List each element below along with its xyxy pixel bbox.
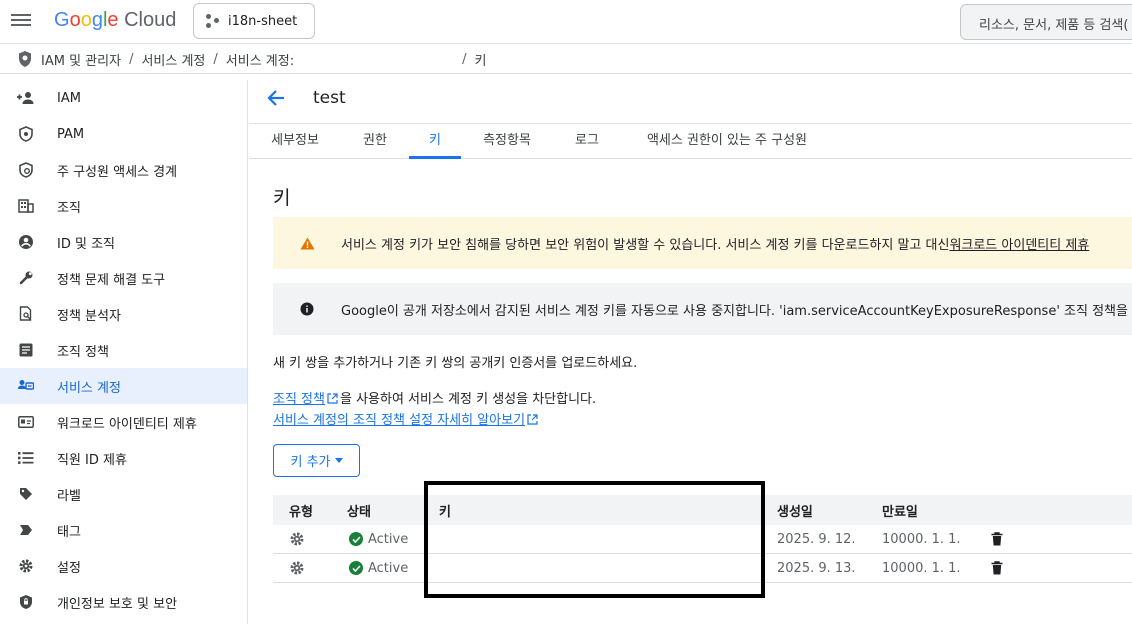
sidebar-item-labels[interactable]: 라벨 xyxy=(0,476,247,512)
shield-badge-icon xyxy=(17,125,35,143)
tab-logs[interactable]: 로그 xyxy=(561,124,613,159)
top-bar: Google Cloud i18n-sheet 리소스, 문서, 제품 등 검색… xyxy=(0,0,1132,44)
delete-icon[interactable] xyxy=(991,554,1003,582)
check-circle-icon xyxy=(349,561,363,575)
warning-banner: 서비스 계정 키가 보안 침해를 당하면 보안 위험이 발생할 수 있습니다. … xyxy=(273,217,1132,269)
tab-principals-with-access[interactable]: 액세스 권한이 있는 주 구성원 xyxy=(633,124,821,159)
tag-icon xyxy=(17,521,35,539)
external-link-icon xyxy=(327,393,338,404)
wrench-icon xyxy=(17,269,35,287)
column-created: 생성일 xyxy=(777,504,813,520)
search-input[interactable]: 리소스, 문서, 제품 등 검색( xyxy=(960,4,1132,40)
delete-icon[interactable] xyxy=(991,525,1003,553)
annotation-highlight-box xyxy=(424,481,765,598)
breadcrumb: IAM 및 관리자 / 서비스 계정 / 서비스 계정: / 키 xyxy=(0,45,1132,74)
status-text: Active xyxy=(368,531,409,547)
service-account-icon xyxy=(17,377,35,395)
column-type: 유형 xyxy=(289,504,313,520)
list-document-icon xyxy=(17,341,35,359)
tab-bar: 세부정보 권한 키 측정항목 로그 액세스 권한이 있는 주 구성원 xyxy=(249,123,1132,159)
column-status: 상태 xyxy=(347,504,371,520)
privacy-shield-icon xyxy=(17,593,35,611)
policy-icon xyxy=(17,161,35,179)
info-icon xyxy=(299,302,315,316)
status-cell: Active xyxy=(349,554,408,582)
breadcrumb-service-account[interactable]: 서비스 계정: xyxy=(226,50,294,69)
person-add-icon xyxy=(17,89,35,107)
menu-icon[interactable] xyxy=(11,11,31,31)
key-type-icon xyxy=(289,554,305,582)
description-text: 새 키 쌍을 추가하거나 기존 키 쌍의 공개키 인증서를 업로드하세요. xyxy=(273,356,638,371)
page-title: test xyxy=(313,88,346,108)
sidebar-item-organization[interactable]: 조직 xyxy=(0,188,247,224)
sidebar-item-workload-identity-federation[interactable]: 워크로드 아이덴티티 제휴 xyxy=(0,404,247,440)
sidebar-item-identity-organization[interactable]: ID 및 조직 xyxy=(0,224,247,260)
expiry-date: 10000. 1. 1. xyxy=(882,531,961,547)
sidebar-item-privacy-security[interactable]: 개인정보 보호 및 보안 xyxy=(0,584,247,620)
sidebar-item-tags[interactable]: 태그 xyxy=(0,512,247,548)
list-icon xyxy=(17,449,35,467)
dropdown-caret-icon xyxy=(334,458,343,463)
breadcrumb-service-accounts[interactable]: 서비스 계정 xyxy=(141,50,205,69)
sidebar-item-settings[interactable]: 설정 xyxy=(0,548,247,584)
sidebar-item-iam[interactable]: IAM xyxy=(0,80,247,116)
label-icon xyxy=(17,485,35,503)
column-expires: 만료일 xyxy=(882,504,918,520)
check-circle-icon xyxy=(349,532,363,546)
sidebar-item-service-accounts[interactable]: 서비스 계정 xyxy=(0,368,247,404)
policy-text: 을 사용하여 서비스 계정 키 생성을 차단합니다. xyxy=(339,392,597,407)
sidebar-item-policy-troubleshooter[interactable]: 정책 문제 해결 도구 xyxy=(0,260,247,296)
google-cloud-logo[interactable]: Google Cloud xyxy=(54,9,176,32)
created-date: 2025. 9. 12. xyxy=(777,531,856,547)
warning-text: 서비스 계정 키가 보안 침해를 당하면 보안 위험이 발생할 수 있습니다. … xyxy=(341,237,950,253)
gear-icon xyxy=(17,557,35,575)
tab-keys[interactable]: 키 xyxy=(409,124,461,159)
section-title: 키 xyxy=(273,187,291,209)
workload-identity-link[interactable]: 워크로드 아이덴티티 제휴 xyxy=(949,234,1089,253)
sidebar-item-principal-access-boundary[interactable]: 주 구성원 액세스 경계 xyxy=(0,152,247,188)
back-arrow-icon[interactable] xyxy=(265,87,289,111)
created-date: 2025. 9. 13. xyxy=(777,560,856,576)
tab-details[interactable]: 세부정보 xyxy=(261,124,329,159)
external-link-icon xyxy=(527,414,538,425)
org-policy-link[interactable]: 조직 정책 xyxy=(273,392,325,407)
key-type-icon xyxy=(289,525,305,553)
sidebar-item-org-policies[interactable]: 조직 정책 xyxy=(0,332,247,368)
tab-permissions[interactable]: 권한 xyxy=(349,124,401,159)
tab-metrics[interactable]: 측정항목 xyxy=(471,124,543,159)
info-banner: Google이 공개 저장소에서 감지된 서비스 계정 키를 자동으로 사용 중… xyxy=(273,283,1132,335)
project-icon xyxy=(206,14,220,28)
status-text: Active xyxy=(368,560,409,576)
project-name: i18n-sheet xyxy=(228,13,298,29)
breadcrumb-iam[interactable]: IAM 및 관리자 xyxy=(41,50,121,69)
add-key-button[interactable]: 키 추가 xyxy=(273,444,360,477)
learn-more-link[interactable]: 서비스 계정의 조직 정책 설정 자세히 알아보기 xyxy=(273,413,525,428)
sidebar-item-workforce-identity-federation[interactable]: 직원 ID 제휴 xyxy=(0,440,247,476)
expiry-date: 10000. 1. 1. xyxy=(882,560,961,576)
shield-icon xyxy=(19,51,31,67)
account-circle-icon xyxy=(17,233,35,251)
project-selector-button[interactable]: i18n-sheet xyxy=(193,3,315,39)
document-search-icon xyxy=(17,305,35,323)
sidebar-item-policy-analyzer[interactable]: 정책 분석자 xyxy=(0,296,247,332)
warning-icon xyxy=(299,237,315,250)
learn-more-line: 서비스 계정의 조직 정책 설정 자세히 알아보기 xyxy=(273,409,540,428)
info-text: Google이 공개 저장소에서 감지된 서비스 계정 키를 자동으로 사용 중… xyxy=(341,303,1128,319)
id-card-icon xyxy=(17,413,35,431)
policy-line: 조직 정책 을 사용하여 서비스 계정 키 생성을 차단합니다. xyxy=(273,388,596,407)
status-cell: Active xyxy=(349,525,408,553)
breadcrumb-keys: 키 xyxy=(474,53,487,69)
building-icon xyxy=(17,197,35,215)
sidebar: IAM PAM 주 구성원 액세스 경계 조직 ID 및 조직 정책 문제 해결… xyxy=(0,80,248,624)
sidebar-item-pam[interactable]: PAM xyxy=(0,116,247,152)
